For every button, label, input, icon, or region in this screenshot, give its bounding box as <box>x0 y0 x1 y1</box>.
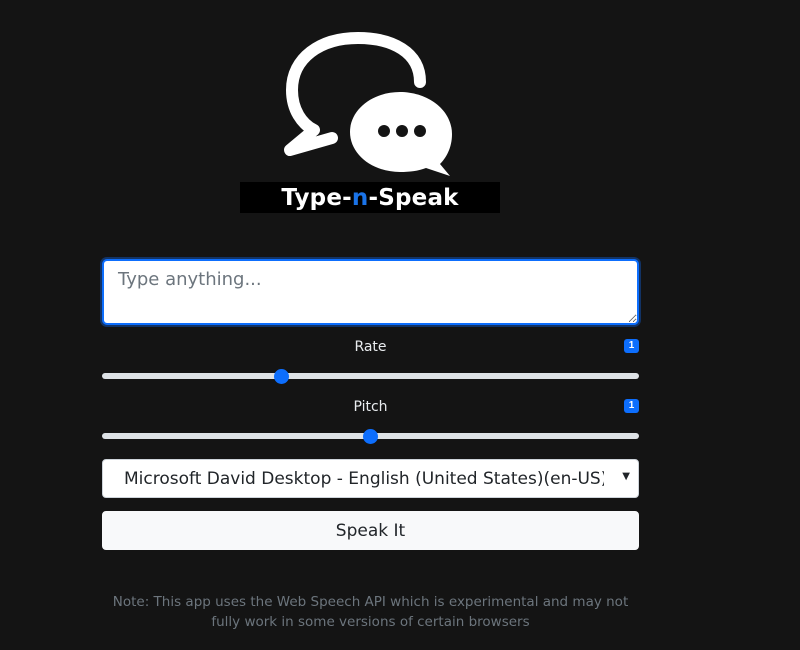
rate-value-badge: 1 <box>624 339 639 353</box>
voice-select[interactable]: Microsoft David Desktop - English (Unite… <box>102 459 639 498</box>
voice-select-value: Microsoft David Desktop - English (Unite… <box>124 468 604 489</box>
text-input[interactable] <box>102 259 639 325</box>
app-logo-title: Type-n -Speak <box>240 182 500 213</box>
rate-label: Rate <box>354 339 387 355</box>
app-page: Type-n-Speak Rate 1 Pitch 1 Microsoft Da… <box>0 0 800 650</box>
pitch-value-badge: 1 <box>624 399 639 413</box>
browser-support-note: Note: This app uses the Web Speech API w… <box>112 594 629 630</box>
logo-text-post: -Speak <box>368 184 459 211</box>
rate-slider[interactable] <box>102 368 639 384</box>
logo-text-pre: Type- <box>281 184 352 211</box>
speech-form: Rate 1 Pitch 1 Microsoft David Desktop -… <box>102 259 639 550</box>
pitch-group: Pitch 1 <box>102 399 639 444</box>
rate-slider-thumb[interactable] <box>273 368 289 384</box>
logo-text-accent: n <box>351 184 369 211</box>
pitch-slider-thumb[interactable] <box>363 428 378 444</box>
pitch-label: Pitch <box>353 399 388 415</box>
chevron-down-icon: ▼ <box>622 471 630 482</box>
chat-bubbles-icon <box>284 32 452 176</box>
pitch-slider[interactable] <box>102 428 639 444</box>
speak-button[interactable]: Speak It <box>102 511 639 550</box>
rate-group: Rate 1 <box>102 339 639 384</box>
